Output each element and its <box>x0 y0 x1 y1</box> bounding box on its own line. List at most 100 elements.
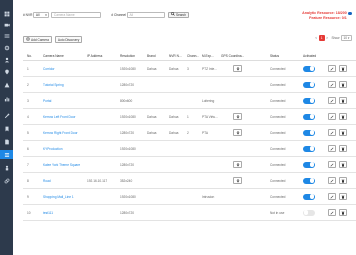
header-status[interactable]: Status <box>270 54 279 58</box>
pencil-icon <box>330 163 334 167</box>
activated-toggle[interactable] <box>303 97 315 104</box>
table-row[interactable]: 3 Portal 800x600 Loitering Connected <box>23 93 356 109</box>
gps-location-button[interactable] <box>233 113 242 120</box>
delete-button[interactable] <box>339 113 347 120</box>
nvr-name: Dahua <box>169 67 179 71</box>
header-ip-address[interactable]: IP Address <box>87 54 102 58</box>
camera-name-link[interactable]: Corridor <box>43 67 55 71</box>
table-row[interactable]: 1 Corridor 1920x1080 Dahua Dahua 3 PTZ Inte...… <box>23 61 356 77</box>
activated-toggle[interactable] <box>303 209 315 216</box>
header-gps[interactable]: GPS Coordina... <box>221 54 244 58</box>
table-row[interactable]: 10 test111 1280x720 Not in use <box>23 205 356 221</box>
delete-button[interactable] <box>339 97 347 104</box>
dashboard-icon[interactable] <box>3 10 10 17</box>
channel-input[interactable]: All <box>126 11 165 18</box>
chart-icon[interactable] <box>3 95 10 102</box>
table-row[interactable]: 8 Road 192.16.10.117 352x240 Connected <box>23 173 356 189</box>
activated-toggle[interactable] <box>303 145 315 152</box>
camera-name-link[interactable]: test111 <box>43 211 53 215</box>
camera-name-link[interactable]: KYProduction <box>43 147 63 151</box>
edit-button[interactable] <box>328 145 336 152</box>
table-row[interactable]: 5 Kerrow Right Front Door 1280x720 Dahua Dah… <box>23 125 356 141</box>
header-camera-name[interactable]: Camera Name <box>43 54 64 58</box>
next-page-button[interactable]: > <box>326 36 328 40</box>
header-resolution[interactable]: Resolution <box>120 54 135 58</box>
camera-name-link[interactable]: Road <box>43 179 51 183</box>
nvr-name: Dahua <box>169 131 179 135</box>
edit-button[interactable] <box>328 177 336 184</box>
header-activated[interactable]: Activated <box>303 54 316 58</box>
grid-icon[interactable] <box>3 32 10 39</box>
prev-page-button[interactable]: < <box>315 36 317 40</box>
delete-button[interactable] <box>339 65 347 72</box>
settings-icon[interactable] <box>3 44 10 51</box>
edit-button[interactable] <box>328 97 336 104</box>
activated-toggle[interactable] <box>303 129 315 136</box>
delete-button[interactable] <box>339 145 347 152</box>
status: Connected <box>270 83 286 87</box>
activated-toggle[interactable] <box>303 113 315 120</box>
nvr-select[interactable]: All ▾ <box>33 11 50 18</box>
table-row[interactable]: 2 Tutorial Spring 1280x720 Connected <box>23 77 356 93</box>
gps-location-button[interactable] <box>233 161 242 168</box>
activated-toggle[interactable] <box>303 161 315 168</box>
file-icon[interactable] <box>3 138 10 145</box>
camera-icon[interactable] <box>3 21 10 28</box>
ip-address: 192.16.10.117 <box>87 179 108 183</box>
delete-button[interactable] <box>339 177 347 184</box>
link-icon[interactable] <box>3 177 10 184</box>
add-camera-label: Add Camera <box>31 37 49 42</box>
bookmark-icon[interactable] <box>3 125 10 132</box>
header-no[interactable]: No. <box>27 54 32 58</box>
search-button[interactable]: Search <box>167 11 190 18</box>
header-brand[interactable]: Brand <box>147 54 156 58</box>
delete-button[interactable] <box>339 209 347 216</box>
camera-name-link[interactable]: Portal <box>43 99 51 103</box>
activated-toggle[interactable] <box>303 193 315 200</box>
nvr-name: Dahua <box>169 115 179 119</box>
header-m-exp[interactable]: M.Exp... <box>202 54 214 58</box>
add-camera-button[interactable]: Add Camera <box>23 36 52 43</box>
activated-toggle[interactable] <box>303 65 315 72</box>
pencil-icon <box>330 195 334 199</box>
edit-button[interactable] <box>328 161 336 168</box>
edit-button[interactable] <box>328 81 336 88</box>
gps-location-button[interactable] <box>233 129 242 136</box>
auto-discovery-button[interactable]: Auto Discovery <box>54 36 83 43</box>
current-page[interactable]: 1 <box>318 35 325 41</box>
edit-button[interactable] <box>328 193 336 200</box>
activated-toggle[interactable] <box>303 81 315 88</box>
delete-button[interactable] <box>339 129 347 136</box>
delete-button[interactable] <box>339 193 347 200</box>
header-channel[interactable]: Chann... <box>187 54 199 58</box>
camera-name-link[interactable]: Kalee York Theme Square <box>43 163 80 167</box>
row-no: 10 <box>27 211 31 215</box>
edit-button[interactable] <box>328 129 336 136</box>
edit-button[interactable] <box>328 65 336 72</box>
activated-toggle[interactable] <box>303 177 315 184</box>
tools-icon[interactable] <box>3 112 10 119</box>
edit-button[interactable] <box>328 209 336 216</box>
camera-name-link[interactable]: Kerrow Right Front Door <box>43 131 78 135</box>
edit-button[interactable] <box>328 113 336 120</box>
gps-location-button[interactable] <box>233 177 242 184</box>
table-row[interactable]: 4 Kerrow Left Front Door 1920x1080 Dahua Dah… <box>23 109 356 125</box>
person-icon[interactable] <box>3 164 10 171</box>
alert-icon[interactable] <box>3 81 10 88</box>
table-row[interactable]: 7 Kalee York Theme Square 1280x720 Connecte… <box>23 157 356 173</box>
header-nvr-name[interactable]: NVR N... <box>169 54 182 58</box>
camera-name-link[interactable]: Shopping Mall_Line 1 <box>43 195 74 199</box>
list-icon[interactable] <box>0 150 13 159</box>
info-icon[interactable] <box>348 11 352 16</box>
page-size-select[interactable]: 10 ▾ <box>340 35 352 41</box>
delete-button[interactable] <box>339 161 347 168</box>
camera-name-input[interactable]: Camera Name <box>51 11 102 18</box>
location-icon[interactable] <box>3 68 10 75</box>
camera-name-link[interactable]: Kerrow Left Front Door <box>43 115 75 119</box>
camera-name-link[interactable]: Tutorial Spring <box>43 83 64 87</box>
gps-location-button[interactable] <box>233 65 242 72</box>
table-row[interactable]: 6 KYProduction 1920x1080 Connected <box>23 141 356 157</box>
user-icon[interactable] <box>3 56 10 63</box>
table-row[interactable]: 9 Shopping Mall_Line 1 1920x1080 Intrusion C… <box>23 189 356 205</box>
delete-button[interactable] <box>339 81 347 88</box>
